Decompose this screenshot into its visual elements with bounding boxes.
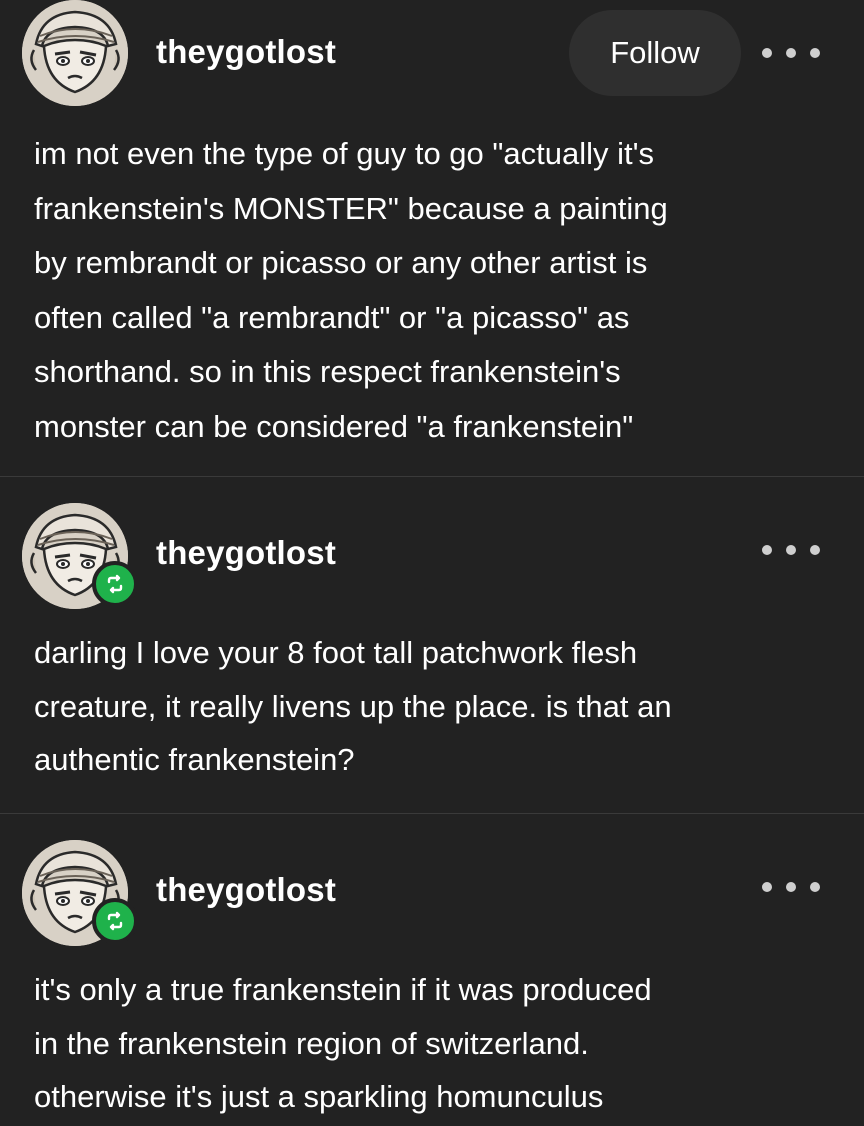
dot bbox=[786, 545, 796, 555]
dot bbox=[786, 882, 796, 892]
more-options-icon[interactable] bbox=[762, 875, 820, 899]
dot bbox=[762, 545, 772, 555]
dot bbox=[762, 882, 772, 892]
post-body: im not even the type of guy to go "actua… bbox=[34, 136, 668, 444]
dot bbox=[786, 48, 796, 58]
username[interactable]: theygotlost bbox=[156, 534, 336, 572]
post-reblog: theygotlost it's only a true frankenstei… bbox=[0, 814, 864, 1126]
avatar[interactable] bbox=[22, 0, 128, 106]
post-body: darling I love your 8 foot tall patchwor… bbox=[34, 635, 672, 777]
avatar[interactable] bbox=[22, 503, 138, 609]
username[interactable]: theygotlost bbox=[156, 871, 336, 909]
post-original: theygotlost Follow im not even the type … bbox=[0, 0, 864, 476]
post-reblog: theygotlost darling I love your 8 foot t… bbox=[0, 477, 864, 813]
more-options-icon[interactable] bbox=[762, 538, 820, 562]
avatar-icon bbox=[22, 0, 128, 106]
dot bbox=[810, 545, 820, 555]
post-body: it's only a true frankenstein if it was … bbox=[34, 972, 652, 1114]
dot bbox=[810, 882, 820, 892]
follow-button[interactable]: Follow bbox=[569, 10, 741, 96]
more-options-icon[interactable] bbox=[762, 41, 820, 65]
avatar[interactable] bbox=[22, 840, 138, 946]
dot bbox=[810, 48, 820, 58]
reblog-icon bbox=[92, 561, 138, 607]
dot bbox=[762, 48, 772, 58]
reblog-icon bbox=[92, 898, 138, 944]
username[interactable]: theygotlost bbox=[156, 33, 336, 71]
